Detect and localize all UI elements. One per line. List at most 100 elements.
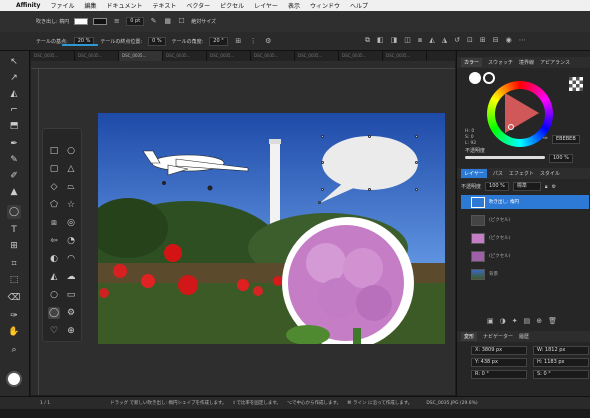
transparency-icon[interactable]: ▦ — [163, 17, 172, 26]
snap-icon[interactable]: ⊡ — [467, 36, 473, 48]
flip-v-icon[interactable]: ◮ — [442, 36, 447, 48]
frame-tool-icon[interactable]: ⊞ — [7, 239, 21, 253]
tab-effects[interactable]: エフェクト — [509, 170, 534, 177]
gear-shape-icon[interactable]: ⚙ — [65, 307, 77, 319]
tab-navigator[interactable]: ナビゲーター — [483, 333, 513, 340]
eyedropper-icon[interactable]: ✑ — [543, 135, 548, 142]
boolean-subtract-icon[interactable]: ◧ — [377, 36, 384, 48]
contour-tool-icon[interactable]: ◭ — [7, 87, 21, 101]
doc-tab[interactable]: DSC_0035... — [75, 51, 119, 61]
menu-view[interactable]: 表示 — [288, 1, 300, 10]
flip-h-icon[interactable]: ◭ — [429, 36, 434, 48]
callout-ellipse-icon[interactable]: ○ — [48, 289, 60, 301]
tab-stroke[interactable]: 境界線 — [519, 59, 534, 66]
speech-bubble-icon[interactable]: ◯ — [48, 307, 60, 319]
cog-icon[interactable]: ⊕ — [65, 325, 77, 337]
tab-styles[interactable]: スタイル — [540, 170, 560, 177]
doc-tab[interactable]: DSC_0035... — [383, 51, 427, 61]
menu-document[interactable]: ドキュメント — [106, 1, 142, 10]
menu-app[interactable]: Affinity — [16, 2, 40, 9]
layer-row[interactable]: 背景 — [461, 267, 589, 281]
layer-row[interactable]: (ピクセル) — [461, 249, 589, 263]
fill-swatch[interactable] — [74, 18, 89, 25]
tail-angle-field[interactable]: 20 ° — [209, 36, 228, 46]
delete-icon[interactable]: 🗑︎ — [548, 317, 557, 325]
diamond-icon[interactable]: ◇ — [48, 181, 60, 193]
stroke-swatch[interactable] — [93, 18, 108, 25]
stroke-width-field[interactable]: 0 pt — [126, 17, 145, 26]
opacity-slider[interactable] — [465, 156, 545, 159]
boolean-add-icon[interactable]: ⧉ — [365, 36, 370, 48]
group-icon[interactable]: ▤ — [524, 317, 531, 325]
segment-icon[interactable]: ◠ — [65, 253, 77, 265]
menu-file[interactable]: ファイル — [50, 1, 74, 10]
doc-tab[interactable]: DSC_0035... — [251, 51, 295, 61]
hex-field[interactable]: EBEBEB — [552, 135, 580, 144]
gear-icon[interactable]: ⚙ — [552, 184, 556, 190]
color-triangle[interactable] — [495, 89, 545, 139]
more-icon[interactable]: ⋯ — [519, 36, 526, 48]
doc-tab[interactable]: DSC_0035... — [207, 51, 251, 61]
callout-rect-icon[interactable]: ▭ — [65, 289, 77, 301]
crop-tool-icon[interactable]: ⌗ — [7, 257, 21, 271]
assist-icon[interactable]: ⊟ — [493, 36, 499, 48]
layer-row[interactable]: (ピクセル) — [461, 213, 589, 227]
select-tool-icon[interactable]: ⬚ — [7, 273, 21, 287]
blend-mode-select[interactable]: 標準 — [512, 182, 541, 191]
ellipse-icon[interactable]: ○ — [65, 145, 77, 157]
checkbox-icon[interactable]: ☐ — [177, 17, 186, 26]
align-icon[interactable]: ⋮ — [249, 37, 258, 46]
polygon-icon[interactable]: ⬠ — [48, 199, 60, 211]
pen-icon[interactable]: ✎ — [149, 17, 158, 26]
menu-text[interactable]: テキスト — [153, 1, 177, 10]
document-image[interactable] — [98, 113, 445, 344]
shape-tool-icon[interactable]: ◯ — [7, 205, 21, 219]
stroke-style-icon[interactable]: ≡ — [112, 17, 121, 26]
rounded-rect-icon[interactable]: ▢ — [48, 163, 60, 175]
boolean-xor-icon[interactable]: ◫ — [404, 36, 411, 48]
boolean-intersect-icon[interactable]: ◨ — [391, 36, 398, 48]
tail-pos-field[interactable]: 0 % — [148, 36, 166, 46]
mask-icon[interactable]: ▣ — [487, 317, 494, 325]
corner-tool-icon[interactable]: ⌐ — [7, 103, 21, 117]
cloud-icon[interactable]: ☁ — [65, 271, 77, 283]
menu-window[interactable]: ウィンドウ — [310, 1, 340, 10]
layer-row[interactable]: (ピクセル) — [461, 231, 589, 245]
heart-icon[interactable]: ♡ — [48, 325, 60, 337]
fill-swatch-icon[interactable] — [469, 72, 481, 84]
rotate-icon[interactable]: ↺ — [454, 36, 460, 48]
doc-tab[interactable]: DSC_0035... — [295, 51, 339, 61]
tab-layers[interactable]: レイヤー — [461, 169, 487, 178]
x-field[interactable]: X: 3809 px — [471, 346, 527, 355]
eyedropper-tool-icon[interactable]: ✑ — [7, 309, 21, 323]
menu-edit[interactable]: 編集 — [84, 1, 96, 10]
add-layer-icon[interactable]: ⊕ — [536, 317, 542, 325]
arrange-icon[interactable]: ⧈ — [418, 36, 422, 48]
h-field[interactable]: H: 1183 px — [533, 358, 589, 367]
color-well[interactable] — [6, 371, 22, 387]
layer-row[interactable]: 吹き出し: 楕円 — [461, 195, 589, 209]
grid-icon[interactable]: ⊞ — [480, 36, 486, 48]
r-field[interactable]: R: 0 ° — [471, 370, 527, 379]
layer-opacity-field[interactable]: 100 % — [485, 182, 509, 191]
y-field[interactable]: Y: 438 px — [471, 358, 527, 367]
menu-pixel[interactable]: ピクセル — [220, 1, 244, 10]
w-field[interactable]: W: 1812 px — [533, 346, 589, 355]
transparency-tool-icon[interactable]: ⬒ — [7, 119, 21, 133]
fx-icon[interactable]: ✦ — [512, 317, 518, 325]
convert-icon[interactable]: ⊞ — [234, 37, 243, 46]
settings-icon[interactable]: ⚙ — [264, 37, 273, 46]
view-icon[interactable]: ◉ — [506, 36, 512, 48]
tab-swatches[interactable]: スウォッチ — [488, 59, 513, 66]
adjustment-icon[interactable]: ◑ — [500, 317, 506, 325]
trapezoid-icon[interactable]: ⏢ — [65, 181, 77, 193]
lock-icon[interactable]: 🔒︎ — [545, 184, 548, 190]
star-icon[interactable]: ☆ — [65, 199, 77, 211]
eraser-tool-icon[interactable]: ⌫ — [7, 291, 21, 305]
pen-tool-icon[interactable]: ✒ — [7, 137, 21, 151]
tab-transform[interactable]: 変形 — [461, 332, 478, 341]
arrow-icon[interactable]: ⇦ — [48, 235, 60, 247]
doc-tab[interactable]: DSC_0035... — [119, 51, 163, 61]
stroke-ring-icon[interactable] — [483, 72, 495, 84]
s-field[interactable]: S: 0 ° — [533, 370, 589, 379]
